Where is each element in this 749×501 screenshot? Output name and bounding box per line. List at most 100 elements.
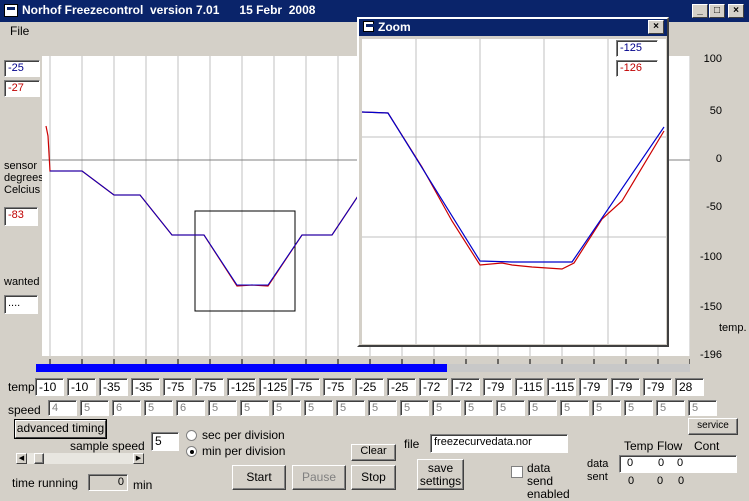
current-temp-blue: -25 (4, 60, 40, 77)
temp-input[interactable]: -125 (259, 378, 288, 396)
wanted-label: wanted (4, 276, 40, 288)
service-button[interactable]: service (688, 418, 738, 435)
clear-button[interactable]: Clear (351, 444, 396, 461)
speed-input[interactable]: 5 (528, 400, 557, 416)
y-axis-unit: temp. (719, 322, 747, 334)
time-unit-label: min (133, 478, 153, 492)
speed-input[interactable]: 6 (112, 400, 141, 416)
speed-input[interactable]: 5 (496, 400, 525, 416)
stop-button[interactable]: Stop (351, 465, 396, 490)
current-temp-red: -27 (4, 80, 40, 97)
speed-input[interactable]: 5 (336, 400, 365, 416)
save-settings-button[interactable]: save settings (417, 459, 464, 490)
temp-row-label: temp (8, 380, 35, 394)
speed-input[interactable]: 5 (240, 400, 269, 416)
data-row-flow: 0 (657, 475, 664, 487)
sensor-series-red (45, 125, 359, 287)
progress-bar-track (447, 364, 690, 372)
temp-input[interactable]: -10 (35, 378, 64, 396)
window-title: Norhof Freezecontrol version 7.01 15 Feb… (22, 3, 316, 17)
slider-thumb[interactable] (34, 453, 44, 464)
zoom-window-icon (363, 21, 374, 32)
speed-input[interactable]: 5 (688, 400, 717, 416)
time-running-label: time running (12, 476, 79, 490)
data-send-label: data send enabled (527, 461, 570, 501)
pause-button[interactable]: Pause (292, 465, 346, 490)
speed-input[interactable]: 5 (560, 400, 589, 416)
temp-input[interactable]: -75 (323, 378, 352, 396)
temp-input[interactable]: -79 (611, 378, 640, 396)
zoom-close-button[interactable]: × (648, 20, 664, 34)
zoom-plot-area (361, 39, 666, 344)
close-button[interactable]: × (728, 4, 744, 18)
data-row-cont: 0 (678, 475, 685, 487)
maximize-button[interactable]: □ (709, 4, 725, 18)
data-sent-cont: 0 (677, 457, 684, 469)
zoom-chart (361, 39, 666, 344)
speed-input[interactable]: 5 (624, 400, 653, 416)
start-button[interactable]: Start (232, 465, 286, 490)
speed-input[interactable]: 4 (48, 400, 77, 416)
temp-input[interactable]: -72 (419, 378, 448, 396)
speed-input[interactable]: 5 (144, 400, 173, 416)
speed-input[interactable]: 6 (176, 400, 205, 416)
slider-right-arrow[interactable]: ▶ (133, 453, 144, 464)
speed-input[interactable]: 5 (656, 400, 685, 416)
speed-input[interactable]: 5 (592, 400, 621, 416)
radio-sec-label: sec per division (202, 428, 285, 442)
progress-bar-fill (36, 364, 447, 372)
y-tick-label: -196 (699, 349, 722, 361)
temp-input[interactable]: -79 (643, 378, 672, 396)
y-tick-label: 100 (703, 53, 722, 65)
slider-left-arrow[interactable]: ◀ (16, 453, 27, 464)
speed-row-label: speed (8, 403, 41, 417)
advanced-timing-button[interactable]: advanced timing (15, 420, 106, 438)
temp-input[interactable]: -35 (99, 378, 128, 396)
zoom-title: Zoom (378, 20, 411, 34)
speed-input[interactable]: 5 (464, 400, 493, 416)
zoom-series-red (361, 111, 665, 270)
temp-input[interactable]: -115 (547, 378, 576, 396)
menu-file[interactable]: File (10, 24, 29, 38)
temp-input[interactable]: -75 (291, 378, 320, 396)
data-sent-temp: 0 (627, 457, 634, 469)
temp-input[interactable]: -10 (67, 378, 96, 396)
zoom-series-blue (361, 111, 665, 263)
temp-input[interactable]: -125 (227, 378, 256, 396)
temp-input[interactable]: -79 (483, 378, 512, 396)
speed-input[interactable]: 5 (304, 400, 333, 416)
radio-sec-per-division[interactable] (186, 430, 197, 441)
speed-input[interactable]: 5 (80, 400, 109, 416)
header-flow: Flow (657, 439, 683, 453)
y-tick-label: -50 (706, 201, 722, 213)
data-row-temp: 0 (628, 475, 635, 487)
app-icon[interactable] (4, 4, 18, 17)
temp-input[interactable]: -79 (579, 378, 608, 396)
setpoint-series-blue (50, 170, 359, 286)
temp-input[interactable]: -75 (195, 378, 224, 396)
zoom-value-red: -126 (616, 60, 658, 77)
data-sent-flow: 0 (658, 457, 665, 469)
temp-input[interactable]: -25 (387, 378, 416, 396)
temp-input[interactable]: -25 (355, 378, 384, 396)
header-temp: Temp (624, 439, 654, 453)
speed-input[interactable]: 5 (272, 400, 301, 416)
zoom-value-blue: -125 (616, 40, 658, 57)
radio-min-per-division[interactable] (186, 446, 197, 457)
data-send-checkbox[interactable] (511, 466, 523, 478)
temp-input[interactable]: -35 (131, 378, 160, 396)
minimize-button[interactable]: _ (692, 4, 708, 18)
speed-input[interactable]: 5 (368, 400, 397, 416)
file-name-input[interactable]: freezecurvedata.nor (430, 434, 568, 453)
speed-input[interactable]: 5 (432, 400, 461, 416)
speed-input[interactable]: 5 (208, 400, 237, 416)
temp-input[interactable]: -75 (163, 378, 192, 396)
temp-input[interactable]: -115 (515, 378, 544, 396)
data-sent-label: data sent (587, 458, 609, 483)
speed-input[interactable]: 5 (400, 400, 429, 416)
y-tick-label: -150 (699, 301, 722, 313)
temp-input[interactable]: 28 (675, 378, 704, 396)
sample-speed-input[interactable]: 5 (151, 432, 179, 451)
temp-input[interactable]: -72 (451, 378, 480, 396)
sample-speed-label: sample speed (70, 439, 145, 453)
